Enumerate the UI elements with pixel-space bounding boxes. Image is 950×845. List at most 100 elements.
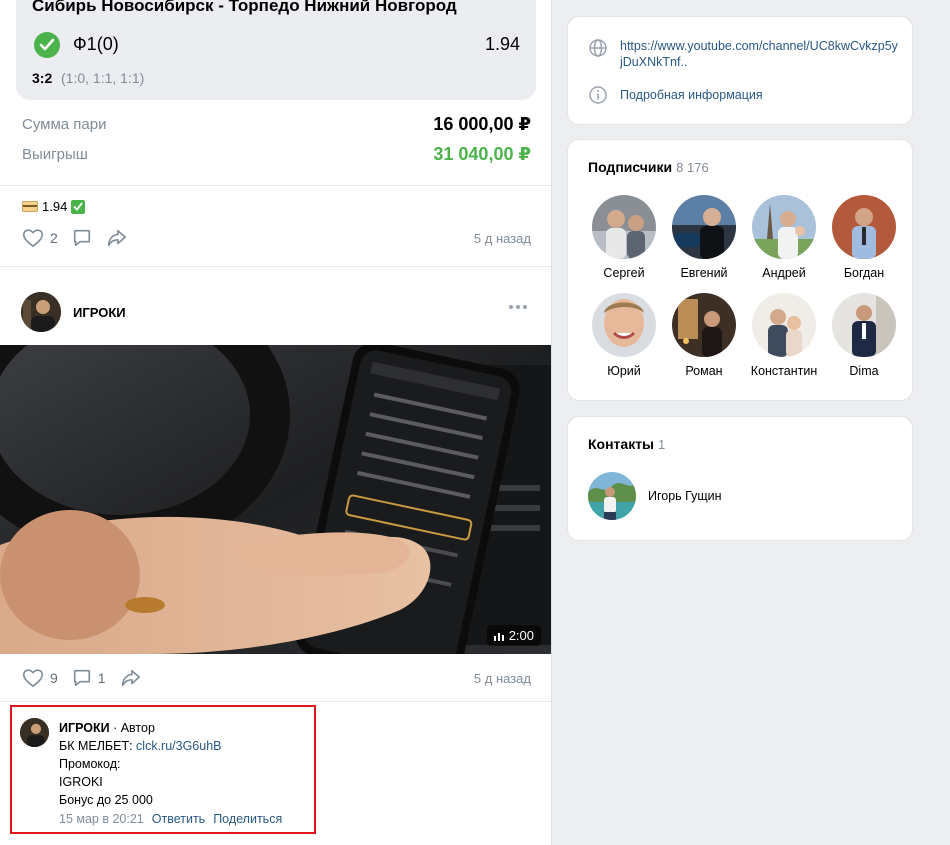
comment-button[interactable]: 1 <box>72 668 106 688</box>
comment-line-4: Бонус до 25 000 <box>59 793 153 807</box>
subscriber-item[interactable]: Константин <box>744 293 824 378</box>
avatar <box>672 293 736 357</box>
avatar <box>592 195 656 259</box>
post-header: ИГРОКИ <box>21 292 126 332</box>
subscribers-count: 8 176 <box>676 160 709 175</box>
avatar <box>752 293 816 357</box>
comment: ИГРОКИ · Автор БК МЕЛБЕТ: clck.ru/3G6uhB… <box>59 719 282 828</box>
post-actions: 2 <box>22 228 142 248</box>
video-duration-text: 2:00 <box>508 628 534 643</box>
contacts-title: Контакты <box>588 436 655 452</box>
subscriber-name: Юрий <box>607 364 641 378</box>
like-button[interactable]: 9 <box>22 668 58 688</box>
subscriber-name: Константин <box>750 364 818 378</box>
subscriber-item[interactable]: Андрей <box>744 195 824 280</box>
comment-link[interactable]: clck.ru/3G6uhB <box>136 739 221 753</box>
comment-icon <box>73 229 90 247</box>
post-actions: 9 1 <box>22 668 156 688</box>
subscriber-item[interactable]: Юрий <box>584 293 664 378</box>
reply-button[interactable]: Ответить <box>152 810 205 828</box>
comment-icon <box>73 669 90 687</box>
divider <box>0 266 551 267</box>
stake-label: Сумма пари <box>22 116 107 133</box>
subscriber-item[interactable]: Богдан <box>824 195 904 280</box>
links-panel: https://www.youtube.com/channel/UC8kwCvk… <box>567 16 913 125</box>
avatar <box>832 195 896 259</box>
subscribers-title: Подписчики <box>588 159 673 175</box>
globe-icon <box>589 39 607 57</box>
comment-date[interactable]: 15 мар в 20:21 <box>59 810 144 828</box>
avatar <box>752 195 816 259</box>
video-thumbnail <box>0 345 551 654</box>
contact-item[interactable]: Игорь Гущин <box>588 472 722 520</box>
divider <box>0 185 551 186</box>
divider <box>0 701 551 702</box>
avatar <box>588 472 636 520</box>
comment-line-2: Промокод: <box>59 757 121 771</box>
info-link[interactable]: Подробная информация <box>588 85 900 105</box>
share-button[interactable] <box>120 668 142 688</box>
subscribers-heading[interactable]: Подписчики 8 176 <box>588 159 709 175</box>
share-comment-button[interactable]: Поделиться <box>213 810 282 828</box>
video-player[interactable]: 2:00 <box>0 345 551 654</box>
credit-card-icon <box>22 201 38 212</box>
post-text-odds: 1.94 <box>42 199 68 214</box>
like-count: 9 <box>50 670 58 686</box>
subscriber-name: Сергей <box>603 266 645 280</box>
post-text: 1.94 <box>22 199 86 214</box>
like-button[interactable]: 2 <box>22 228 58 248</box>
check-mark-icon <box>71 199 86 214</box>
comment-line-1: БК МЕЛБЕТ: <box>59 739 137 753</box>
contacts-count: 1 <box>658 437 666 452</box>
bet-outcome: Ф1(0) <box>73 34 119 54</box>
bet-odds: 1.94 <box>484 34 520 54</box>
subscriber-item[interactable]: Роман <box>664 293 744 378</box>
match-score: 3:2 <box>32 70 53 86</box>
comment-role: · Автор <box>109 721 155 735</box>
heart-icon <box>22 229 44 248</box>
heart-icon <box>22 669 44 688</box>
share-icon <box>107 229 126 247</box>
post-time[interactable]: 5 д назад <box>474 231 531 246</box>
subscribers-grid: Сергей Евгений Андрей Богдан Юрий Роман … <box>584 195 904 378</box>
info-label[interactable]: Подробная информация <box>620 85 900 105</box>
comment-author[interactable]: ИГРОКИ <box>59 721 110 735</box>
contacts-heading[interactable]: Контакты 1 <box>588 436 665 452</box>
post-time[interactable]: 5 д назад <box>474 671 531 686</box>
subscriber-item[interactable]: Dima <box>824 293 904 378</box>
website-link[interactable]: https://www.youtube.com/channel/UC8kwCvk… <box>588 38 900 70</box>
like-count: 2 <box>50 230 58 246</box>
win-label: Выигрыш <box>22 146 88 163</box>
share-button[interactable] <box>106 228 128 248</box>
subscriber-name: Богдан <box>843 266 885 280</box>
subscriber-name: Андрей <box>762 266 806 280</box>
contact-name: Игорь Гущин <box>648 489 722 503</box>
avatar <box>592 293 656 357</box>
video-duration: 2:00 <box>486 625 541 646</box>
more-options-icon[interactable] <box>509 305 527 309</box>
win-value: 31 040,00 ₽ <box>433 144 531 164</box>
subscriber-name: Dima <box>849 364 879 378</box>
bar-chart-icon <box>493 632 504 641</box>
subscriber-item[interactable]: Сергей <box>584 195 664 280</box>
subscriber-item[interactable]: Евгений <box>664 195 744 280</box>
post-author[interactable]: ИГРОКИ <box>73 305 126 320</box>
stake-value: 16 000,00 ₽ <box>433 114 531 134</box>
feed: Сибирь Новосибирск - Торпедо Нижний Новг… <box>0 0 552 845</box>
match-score-detail: (1:0, 1:1, 1:1) <box>61 70 145 86</box>
comment-avatar[interactable] <box>20 718 49 747</box>
comment-count: 1 <box>97 670 106 686</box>
comment-button[interactable] <box>72 228 92 248</box>
group-avatar[interactable] <box>21 292 61 332</box>
avatar <box>832 293 896 357</box>
info-icon <box>589 86 607 104</box>
avatar <box>672 195 736 259</box>
contacts-panel: Контакты 1 Игорь Гущин <box>567 416 913 541</box>
comment-line-3: IGROKI <box>59 775 103 789</box>
bet-card: Сибирь Новосибирск - Торпедо Нижний Новг… <box>16 0 536 100</box>
win-check-icon <box>34 32 60 58</box>
subscriber-name: Евгений <box>680 266 728 280</box>
website-url[interactable]: https://www.youtube.com/channel/UC8kwCvk… <box>620 38 900 70</box>
subscribers-panel: Подписчики 8 176 Сергей Евгений Андрей Бо… <box>567 139 913 401</box>
subscriber-name: Роман <box>685 364 723 378</box>
